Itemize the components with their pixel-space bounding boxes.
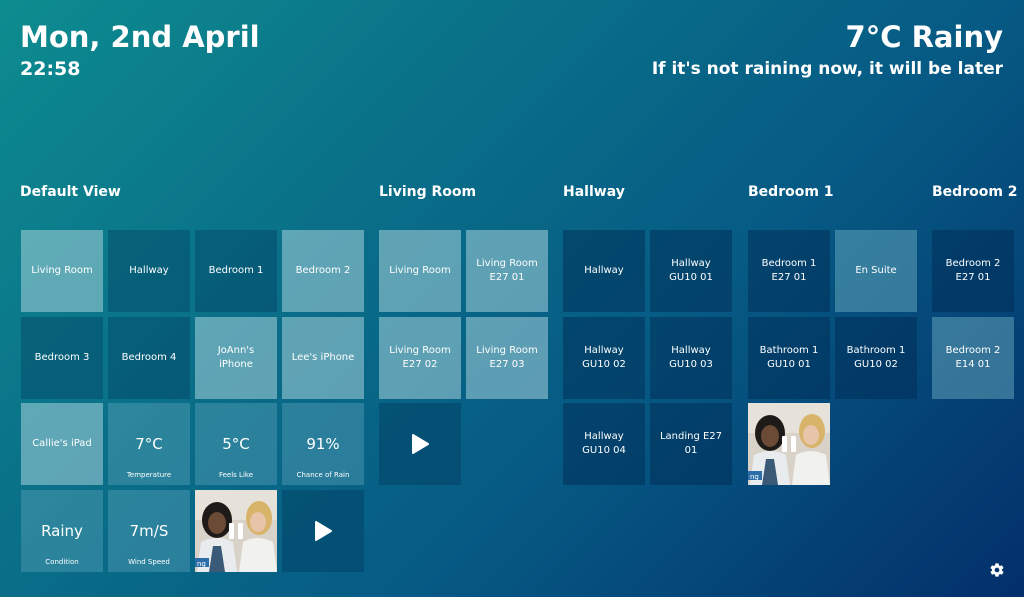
weather-summary: 7°C Rainy <box>845 20 1003 54</box>
tile-label: Hallway <box>129 265 169 276</box>
media-play-button[interactable] <box>282 490 364 572</box>
tile-lees-iphone[interactable]: Lee's iPhone <box>282 317 364 399</box>
play-icon <box>412 434 429 454</box>
tile-label: Living Room <box>389 265 451 276</box>
tile-label: Hallway GU10 02 <box>582 345 626 370</box>
sensor-temperature: 7°C Temperature <box>108 403 190 485</box>
tile-bedroom-1[interactable]: Bedroom 1 <box>195 230 277 312</box>
tile-hallway[interactable]: Hallway <box>563 230 645 312</box>
weather-quip: If it's not raining now, it will be late… <box>651 59 1003 79</box>
header-right: 7°C Rainy If it's not raining now, it wi… <box>652 20 1003 79</box>
tile-hallway-gu10-04[interactable]: Hallway GU10 04 <box>563 403 645 485</box>
sensor-caption: Chance of Rain <box>296 471 350 479</box>
pause-icon <box>229 523 243 539</box>
tile-landing-e27-01[interactable]: Landing E27 01 <box>650 403 732 485</box>
gear-icon <box>990 563 1004 577</box>
tile-label: Living Room E27 01 <box>476 258 538 283</box>
tile-label: Hallway <box>584 265 624 276</box>
sensor-caption: Condition <box>45 558 79 566</box>
settings-button[interactable] <box>989 562 1005 578</box>
group-title-hallway: Hallway <box>563 184 625 200</box>
sensor-caption: Temperature <box>126 471 172 479</box>
tile-label: Lee's iPhone <box>291 352 355 363</box>
sensor-value: 7m/S <box>129 522 169 540</box>
sensor-value: Rainy <box>41 522 83 540</box>
tile-hallway-gu10-02[interactable]: Hallway GU10 02 <box>563 317 645 399</box>
play-icon <box>315 521 332 541</box>
tile-living-room[interactable]: Living Room <box>21 230 103 312</box>
tile-hallway-gu10-03[interactable]: Hallway GU10 03 <box>650 317 732 399</box>
group-title-bedroom-2: Bedroom 2 <box>932 184 1018 200</box>
tile-bedroom-2[interactable]: Bedroom 2 <box>282 230 364 312</box>
tile-living-room-e27-03[interactable]: Living Room E27 03 <box>466 317 548 399</box>
header-left: Mon, 2nd April 22:58 <box>20 20 260 80</box>
tile-bedroom-2-e14-01[interactable]: Bedroom 2 E14 01 <box>932 317 1014 399</box>
sensor-value: 5°C <box>222 435 250 453</box>
tile-label: JoAnn's iPhone <box>217 345 255 370</box>
tile-label: Hallway GU10 03 <box>669 345 713 370</box>
tile-living-room-e27-02[interactable]: Living Room E27 02 <box>379 317 461 399</box>
time-display: 22:58 <box>20 58 81 80</box>
tile-living-room[interactable]: Living Room <box>379 230 461 312</box>
tile-label: Bedroom 2 <box>295 265 351 276</box>
tile-label: En Suite <box>855 265 897 276</box>
tile-label: Living Room <box>31 265 93 276</box>
tile-label: Bedroom 1 E27 01 <box>761 258 817 283</box>
tile-label: Bedroom 3 <box>34 352 90 363</box>
media-play-button[interactable] <box>379 403 461 485</box>
sensor-value: 91% <box>306 435 340 453</box>
svg-text:ng: ng <box>750 473 759 481</box>
svg-text:ng: ng <box>197 560 206 568</box>
tile-label: Bedroom 2 E27 01 <box>945 258 1001 283</box>
tile-bathroom-1-gu10-02[interactable]: Bathroom 1 GU10 02 <box>835 317 917 399</box>
tile-joanns-iphone[interactable]: JoAnn's iPhone <box>195 317 277 399</box>
tile-label: Hallway GU10 04 <box>582 431 626 456</box>
tile-label: Bedroom 2 E14 01 <box>945 345 1001 370</box>
tile-label: Hallway GU10 01 <box>669 258 713 283</box>
tile-label: Landing E27 01 <box>659 431 723 456</box>
tile-bedroom-1-e27-01[interactable]: Bedroom 1 E27 01 <box>748 230 830 312</box>
sensor-caption: Wind Speed <box>128 558 170 566</box>
tile-en-suite[interactable]: En Suite <box>835 230 917 312</box>
tile-bedroom-3[interactable]: Bedroom 3 <box>21 317 103 399</box>
pause-icon <box>782 436 796 452</box>
tile-label: Bathroom 1 GU10 02 <box>846 345 906 370</box>
tile-bathroom-1-gu10-01[interactable]: Bathroom 1 GU10 01 <box>748 317 830 399</box>
sensor-chance-of-rain: 91% Chance of Rain <box>282 403 364 485</box>
date-display: Mon, 2nd April <box>20 20 260 54</box>
sensor-condition: Rainy Condition <box>21 490 103 572</box>
tile-label: Bedroom 4 <box>121 352 177 363</box>
sensor-value: 7°C <box>135 435 163 453</box>
tile-callies-ipad[interactable]: Callie's iPad <box>21 403 103 485</box>
media-tile-artwork[interactable]: ng <box>195 490 277 572</box>
tile-label: Living Room E27 02 <box>389 345 451 370</box>
tile-label: Bedroom 1 <box>208 265 264 276</box>
tile-bedroom-4[interactable]: Bedroom 4 <box>108 317 190 399</box>
tile-living-room-e27-01[interactable]: Living Room E27 01 <box>466 230 548 312</box>
tile-hallway[interactable]: Hallway <box>108 230 190 312</box>
media-tile-artwork[interactable]: ng <box>748 403 830 485</box>
tile-hallway-gu10-01[interactable]: Hallway GU10 01 <box>650 230 732 312</box>
tile-bedroom-2-e27-01[interactable]: Bedroom 2 E27 01 <box>932 230 1014 312</box>
sensor-wind-speed: 7m/S Wind Speed <box>108 490 190 572</box>
group-title-living-room: Living Room <box>379 184 477 200</box>
sensor-feels-like: 5°C Feels Like <box>195 403 277 485</box>
group-title-bedroom-1: Bedroom 1 <box>748 184 834 200</box>
tile-label: Bathroom 1 GU10 01 <box>759 345 819 370</box>
tile-label: Living Room E27 03 <box>476 345 538 370</box>
sensor-caption: Feels Like <box>218 471 254 479</box>
tile-label: Callie's iPad <box>32 438 92 449</box>
group-title-default-view: Default View <box>20 184 121 200</box>
